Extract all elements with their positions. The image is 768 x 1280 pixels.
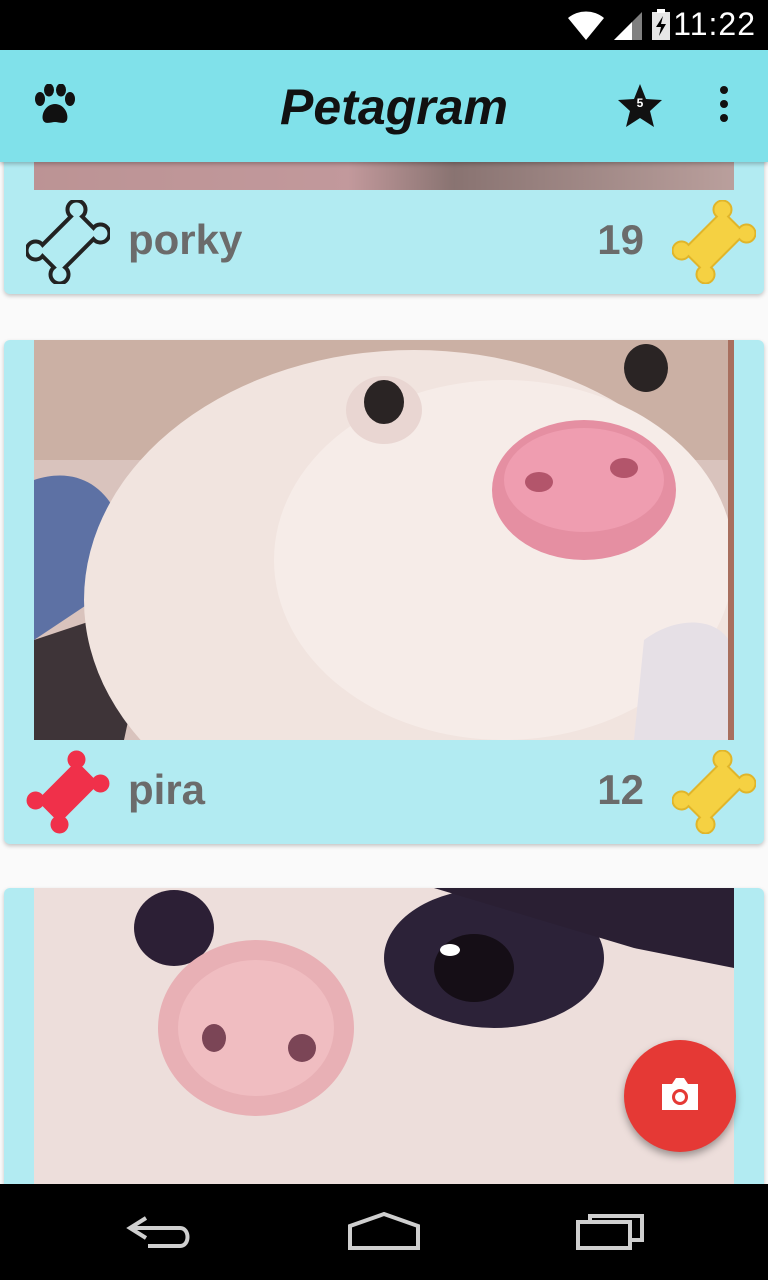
like-count: 19: [597, 216, 644, 263]
camera-fab[interactable]: [624, 1040, 736, 1152]
pet-photo: [34, 888, 734, 1184]
pet-photo: [34, 340, 734, 740]
status-bar: 11:22: [0, 0, 768, 50]
status-icons: [566, 8, 672, 42]
home-icon[interactable]: [346, 1212, 422, 1252]
signal-icon: [614, 12, 642, 40]
app-toolbar: Petagram 5: [0, 50, 768, 162]
wifi-icon: [568, 11, 604, 40]
pet-card: pira 12: [4, 340, 764, 844]
system-nav-bar: [0, 1184, 768, 1280]
bone-outline-icon[interactable]: [26, 200, 110, 284]
like-count: 12: [597, 766, 644, 813]
camera-icon: [662, 1078, 698, 1110]
recents-icon[interactable]: [574, 1212, 646, 1252]
bone-rating-icon: [672, 200, 756, 284]
favorites-button[interactable]: 5: [616, 82, 664, 130]
pet-name: pira: [128, 766, 206, 813]
pet-name: porky: [128, 216, 243, 263]
back-icon[interactable]: [124, 1212, 196, 1252]
battery-icon: [652, 9, 670, 40]
post-row: porky 19: [4, 190, 764, 294]
pet-photo: [34, 162, 734, 190]
post-row: pira 12: [4, 740, 764, 844]
favorites-badge: 5: [636, 96, 644, 110]
status-time: 11:22: [673, 6, 756, 42]
pet-card: porky 19: [4, 162, 764, 294]
bone-rating-icon: [672, 750, 756, 834]
bone-filled-icon[interactable]: [26, 750, 110, 834]
more-vert-icon[interactable]: [716, 84, 732, 124]
pet-feed[interactable]: porky 19 pira 12: [0, 162, 768, 1184]
